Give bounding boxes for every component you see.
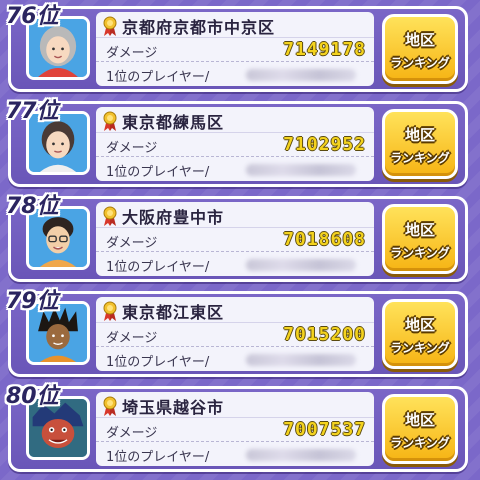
damage-value: 7007537 — [283, 419, 366, 440]
rank-label: 79位 — [6, 289, 59, 314]
ranking-info-panel: 京都府京都市中京区 ダメージ 7149178 1位のプレイヤー/ — [96, 12, 374, 86]
top-player-label: 1位のプレイヤー/ — [106, 165, 210, 180]
ranking-row: 79位 東京都江東区 ダメージ 7015200 1位のプレイヤー/ 地区 ランキ… — [6, 289, 468, 377]
top-player-label: 1位のプレイヤー/ — [106, 70, 210, 85]
damage-value: 7018608 — [283, 229, 366, 250]
rank-label: 77位 — [6, 99, 59, 124]
region-ranking-button[interactable]: 地区 ランキング — [382, 394, 458, 464]
region-ranking-button[interactable]: 地区 ランキング — [382, 14, 458, 84]
region-name: 埼玉県越谷市 — [122, 398, 225, 417]
region-ranking-button-label-top: 地区 — [404, 316, 435, 334]
ranking-list: 76位 京都府京都市中京区 ダメージ 7149178 1位のプレイヤー/ 地区 … — [0, 0, 480, 480]
region-name: 東京都練馬区 — [122, 113, 225, 132]
medal-icon — [103, 111, 117, 131]
medal-icon — [103, 301, 117, 321]
damage-value: 7102952 — [283, 134, 366, 155]
ranking-row: 77位 東京都練馬区 ダメージ 7102952 1位のプレイヤー/ 地区 ランキ… — [6, 99, 468, 187]
damage-label: ダメージ — [106, 141, 158, 156]
top-player-label: 1位のプレイヤー/ — [106, 450, 210, 465]
rank-label: 80位 — [6, 384, 59, 409]
rank-label: 76位 — [6, 4, 59, 29]
ranking-info-panel: 埼玉県越谷市 ダメージ 7007537 1位のプレイヤー/ — [96, 392, 374, 466]
region-ranking-button-label-bottom: ランキング — [390, 436, 450, 450]
top-player-label: 1位のプレイヤー/ — [106, 355, 210, 370]
region-ranking-button-label-top: 地区 — [404, 126, 435, 144]
medal-icon — [103, 396, 117, 416]
top-player-label: 1位のプレイヤー/ — [106, 260, 210, 275]
region-ranking-button-label-top: 地区 — [404, 411, 435, 429]
damage-label: ダメージ — [106, 236, 158, 251]
region-ranking-button-label-top: 地区 — [404, 221, 435, 239]
ranking-row: 80位 埼玉県越谷市 ダメージ 7007537 1位のプレイヤー/ 地区 ランキ… — [6, 384, 468, 472]
ranking-info-panel: 東京都江東区 ダメージ 7015200 1位のプレイヤー/ — [96, 297, 374, 371]
blurred-player-name — [246, 354, 356, 366]
ranking-row: 78位 大阪府豊中市 ダメージ 7018608 1位のプレイヤー/ 地区 ランキ… — [6, 194, 468, 282]
medal-icon — [103, 206, 117, 226]
damage-label: ダメージ — [106, 46, 158, 61]
region-name: 東京都江東区 — [122, 303, 225, 322]
ranking-info-panel: 大阪府豊中市 ダメージ 7018608 1位のプレイヤー/ — [96, 202, 374, 276]
damage-value: 7015200 — [283, 324, 366, 345]
blurred-player-name — [246, 69, 356, 81]
region-ranking-button-label-bottom: ランキング — [390, 56, 450, 70]
damage-label: ダメージ — [106, 426, 158, 441]
blurred-player-name — [246, 164, 356, 176]
damage-label: ダメージ — [106, 331, 158, 346]
region-name: 京都府京都市中京区 — [122, 18, 276, 37]
damage-value: 7149178 — [283, 39, 366, 60]
region-name: 大阪府豊中市 — [122, 208, 225, 227]
ranking-info-panel: 東京都練馬区 ダメージ 7102952 1位のプレイヤー/ — [96, 107, 374, 181]
medal-icon — [103, 16, 117, 36]
rank-label: 78位 — [6, 194, 59, 219]
blurred-player-name — [246, 449, 356, 461]
region-ranking-button-label-bottom: ランキング — [390, 341, 450, 355]
region-ranking-button[interactable]: 地区 ランキング — [382, 299, 458, 369]
region-ranking-button-label-bottom: ランキング — [390, 246, 450, 260]
region-ranking-button[interactable]: 地区 ランキング — [382, 204, 458, 274]
region-ranking-button[interactable]: 地区 ランキング — [382, 109, 458, 179]
region-ranking-button-label-top: 地区 — [404, 31, 435, 49]
blurred-player-name — [246, 259, 356, 271]
ranking-row: 76位 京都府京都市中京区 ダメージ 7149178 1位のプレイヤー/ 地区 … — [6, 4, 468, 92]
region-ranking-button-label-bottom: ランキング — [390, 151, 450, 165]
